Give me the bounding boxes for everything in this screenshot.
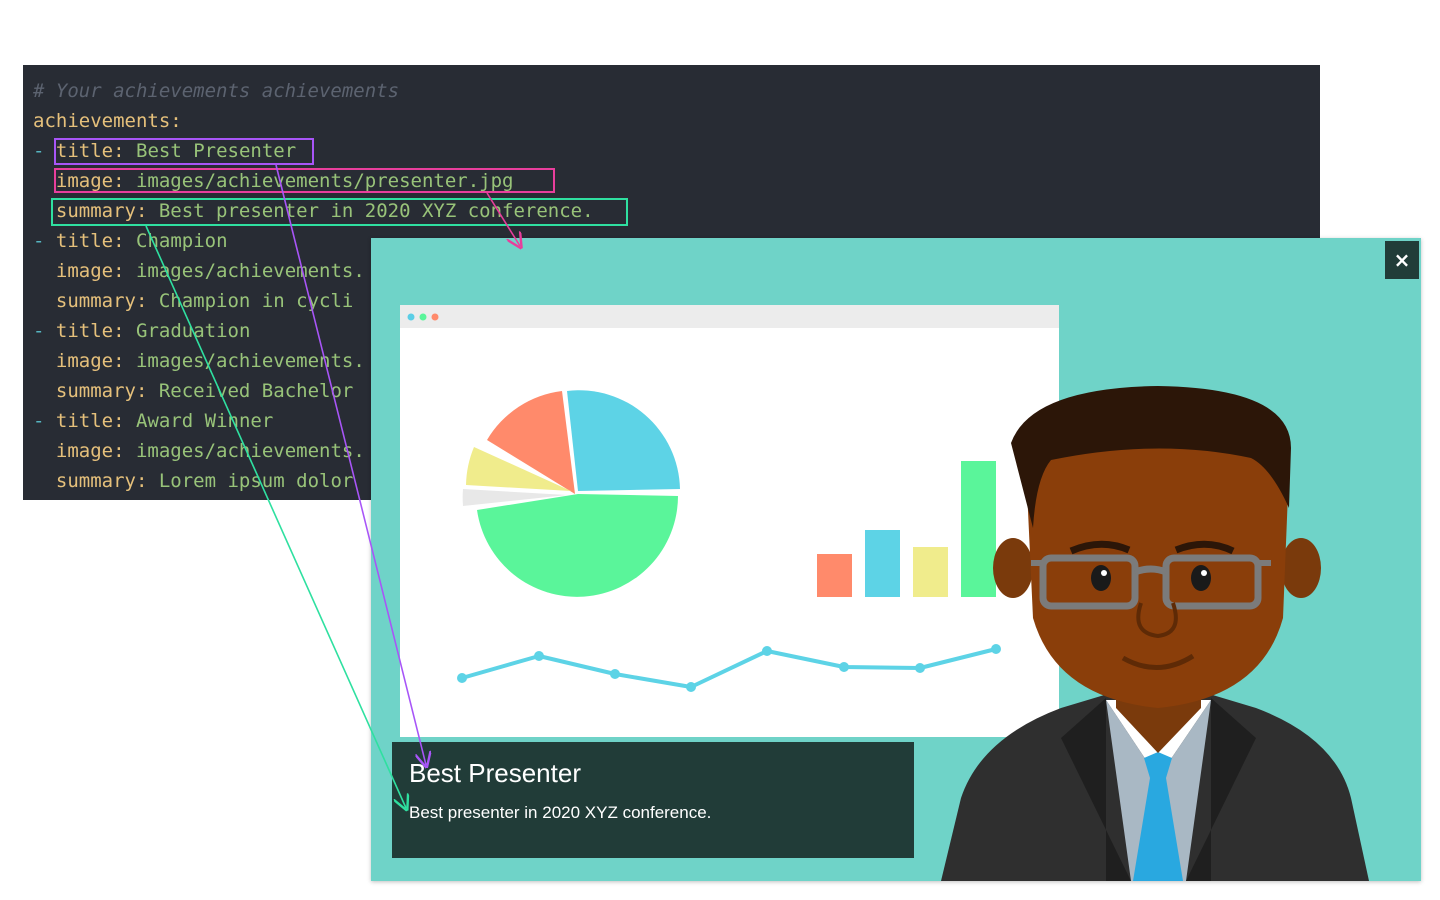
code-value: Award Winner <box>136 410 274 432</box>
list-dash: - <box>33 230 45 252</box>
code-line-root: achievements: <box>33 106 182 136</box>
list-dash: - <box>33 320 45 342</box>
code-key: title: <box>55 410 125 432</box>
code-line-item-title: - title: Champion <box>33 226 228 256</box>
code-line-item-title: - title: Award Winner <box>33 406 273 436</box>
code-line-comment: # Your achievements achievements <box>33 76 399 106</box>
code-key: image: <box>55 350 125 372</box>
code-value: Champion in cycli <box>158 290 354 312</box>
code-key: summary: <box>55 290 148 312</box>
achievement-title: Best Presenter <box>409 758 581 788</box>
code-value: Graduation <box>136 320 251 342</box>
code-value: Champion <box>136 230 228 252</box>
highlight-title <box>54 138 314 165</box>
list-dash: - <box>33 410 45 432</box>
code-line-item-summary: summary: Lorem ipsum dolor <box>33 466 353 496</box>
code-value: images/achievements. <box>135 440 365 462</box>
code-value: Lorem ipsum dolor <box>158 470 354 492</box>
code-value: Received Bachelor <box>158 380 354 402</box>
highlight-image <box>54 168 555 193</box>
close-icon[interactable]: × <box>1385 241 1419 279</box>
code-value: images/achievements. <box>135 260 365 282</box>
code-line-item-image: image: images/achievements. <box>33 256 365 286</box>
code-line-item-image: image: images/achievements. <box>33 436 365 466</box>
code-key: title: <box>55 230 125 252</box>
code-root-key: achievements: <box>33 110 182 132</box>
highlight-summary <box>51 198 628 226</box>
code-key: summary: <box>55 470 148 492</box>
code-value: images/achievements. <box>135 350 365 372</box>
code-key: image: <box>55 440 125 462</box>
list-dash: - <box>33 140 45 162</box>
code-key: image: <box>55 260 125 282</box>
achievement-summary: Best presenter in 2020 XYZ conference. <box>409 803 712 822</box>
code-line-item-summary: summary: Champion in cycli <box>33 286 353 316</box>
code-comment: # Your achievements achievements <box>33 80 400 102</box>
achievement-caption: Best Presenter Best presenter in 2020 XY… <box>392 742 914 858</box>
code-line-item-image: image: images/achievements. <box>33 346 365 376</box>
code-line-item-summary: summary: Received Bachelor <box>33 376 353 406</box>
code-key: title: <box>55 320 125 342</box>
code-key: summary: <box>55 380 148 402</box>
achievement-modal: × Best Presenter Best presenter in 2020 … <box>371 238 1421 881</box>
code-line-item-title: - title: Graduation <box>33 316 250 346</box>
